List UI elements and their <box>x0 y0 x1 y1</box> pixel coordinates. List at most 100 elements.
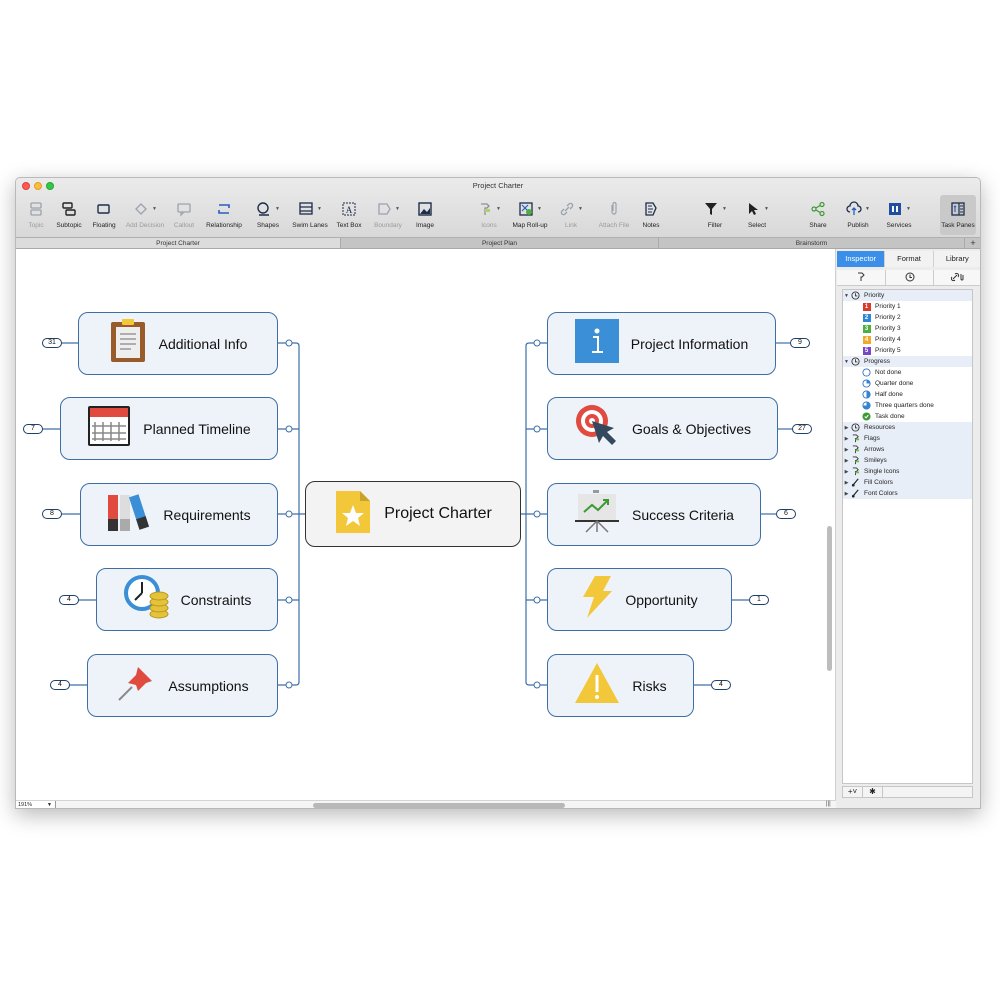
tree-item-half-done[interactable]: Half done <box>843 389 972 400</box>
toolbar-map-rollup-button[interactable]: ▼ Map Roll-up <box>510 198 550 234</box>
tree-item-priority-2[interactable]: 2 Priority 2 <box>843 312 972 323</box>
topic-risks[interactable]: Risks <box>547 654 694 717</box>
tab-brainstorm[interactable]: Brainstorm <box>659 238 965 248</box>
toolbar-link-button[interactable]: ▼ Link <box>558 198 584 234</box>
toolbar-floating-button[interactable]: Floating <box>90 198 118 234</box>
topic-count-badge[interactable]: 31 <box>42 338 62 348</box>
disclosure-collapsed-icon[interactable]: ▶ <box>843 480 850 486</box>
topic-count-badge[interactable]: 6 <box>776 509 796 519</box>
tree-group-smileys[interactable]: ▶ Smileys <box>843 455 972 466</box>
topic-count-badge[interactable]: 4 <box>59 595 79 605</box>
toolbar-boundary-button[interactable]: ▼ Boundary <box>370 198 406 234</box>
subtab-task-info[interactable] <box>885 269 935 287</box>
toolbar-select-button[interactable]: ▼ Select <box>742 198 772 234</box>
toolbar-text-box-button[interactable]: A Text Box <box>334 198 364 234</box>
zoom-level-select[interactable]: 191% ▼ <box>16 801 56 808</box>
collapse-dot <box>533 339 541 347</box>
toolbar-relationship-button[interactable]: Relationship <box>202 198 246 234</box>
tree-group-font-colors[interactable]: ▶ Font Colors <box>843 488 972 499</box>
topic-goals-objectives[interactable]: Goals & Objectives <box>547 397 778 460</box>
topic-additional-info[interactable]: Additional Info <box>78 312 278 375</box>
pane-tabs: Inspector Format Library <box>837 251 980 267</box>
tree-item-priority-3[interactable]: 3 Priority 3 <box>843 323 972 334</box>
tree-group-single-icons[interactable]: ▶ Single Icons <box>843 466 972 477</box>
tab-inspector[interactable]: Inspector <box>837 251 886 267</box>
tab-project-plan[interactable]: Project Plan <box>341 238 659 248</box>
horizontal-scrollbar[interactable] <box>313 803 565 808</box>
tab-project-charter[interactable]: Project Charter <box>16 238 341 248</box>
settings-button[interactable]: ✱ <box>863 787 883 797</box>
toolbar-share-button[interactable]: Share <box>807 198 829 234</box>
tree-item-task-done[interactable]: Task done <box>843 411 972 422</box>
tab-format[interactable]: Format <box>885 251 934 267</box>
topic-count-badge[interactable]: 7 <box>23 424 43 434</box>
pane-resize-handle[interactable]: ||| <box>826 801 831 807</box>
tree-item-not-done[interactable]: Not done <box>843 367 972 378</box>
toolbar-notes-button[interactable]: Notes <box>640 198 662 234</box>
toolbar-topic-button[interactable]: Topic <box>24 198 48 234</box>
add-icon-menu-button[interactable]: +˅ <box>843 787 863 797</box>
toolbar-publish-button[interactable]: ▼ Publish <box>842 198 874 234</box>
collapse-dot <box>533 681 541 689</box>
tab-library[interactable]: Library <box>933 251 980 267</box>
topic-requirements[interactable]: Requirements <box>80 483 278 546</box>
toolbar-services-button[interactable]: ▼ Services <box>883 198 915 234</box>
topic-constraints[interactable]: Constraints <box>96 568 278 631</box>
subtab-links[interactable] <box>934 270 980 285</box>
tree-item-three-quarters-done[interactable]: Three quarters done <box>843 400 972 411</box>
brush-icon <box>850 489 861 498</box>
topic-project-information[interactable]: Project Information <box>547 312 776 375</box>
toolbar-filter-button[interactable]: ▼ Filter <box>700 198 730 234</box>
task-pane: Inspector Format Library ▼ Priority 1 Pri… <box>837 249 980 808</box>
tree-item-quarter-done[interactable]: Quarter done <box>843 378 972 389</box>
topic-count-badge[interactable]: 9 <box>790 338 810 348</box>
disclosure-expanded-icon[interactable]: ▼ <box>843 293 850 299</box>
map-canvas[interactable]: Project Charter Additional Info Planned … <box>16 249 836 801</box>
add-tab-button[interactable]: + <box>965 238 980 248</box>
toolbar-shapes-button[interactable]: ▼ Shapes <box>252 198 284 234</box>
progress-75-icon <box>861 401 872 410</box>
topic-success-criteria[interactable]: Success Criteria <box>547 483 761 546</box>
tree-group-progress[interactable]: ▼ Progress <box>843 356 972 367</box>
topic-count-badge[interactable]: 8 <box>42 509 62 519</box>
task-info-icon <box>905 269 915 287</box>
disclosure-collapsed-icon[interactable]: ▶ <box>843 425 850 431</box>
disclosure-collapsed-icon[interactable]: ▶ <box>843 458 850 464</box>
floating-topic-icon <box>96 198 112 220</box>
tree-group-flags[interactable]: ▶ Flags <box>843 433 972 444</box>
toolbar-add-decision-button[interactable]: ▼ Add Decision <box>122 198 168 234</box>
vertical-scrollbar[interactable] <box>827 526 832 671</box>
app-window: Project Charter Topic Subtopic Floating … <box>15 177 981 809</box>
tree-group-arrows[interactable]: ▶ Arrows <box>843 444 972 455</box>
signpost-icon <box>850 456 861 465</box>
toolbar-image-button[interactable]: Image <box>413 198 437 234</box>
disclosure-collapsed-icon[interactable]: ▶ <box>843 436 850 442</box>
toolbar-task-panes-button[interactable]: Task Panes <box>940 195 976 235</box>
toolbar-attach-file-button[interactable]: Attach File <box>596 198 632 234</box>
disclosure-expanded-icon[interactable]: ▼ <box>843 359 850 365</box>
tree-item-priority-4[interactable]: 4 Priority 4 <box>843 334 972 345</box>
toolbar-callout-button[interactable]: Callout <box>172 198 196 234</box>
toolbar-swim-lanes-button[interactable]: ▼ Swim Lanes <box>290 198 330 234</box>
central-topic[interactable]: Project Charter <box>305 481 521 547</box>
topic-count-badge[interactable]: 27 <box>792 424 812 434</box>
disclosure-collapsed-icon[interactable]: ▶ <box>843 447 850 453</box>
link-icon: ▼ <box>559 198 583 220</box>
topic-assumptions[interactable]: Assumptions <box>87 654 278 717</box>
topic-planned-timeline[interactable]: Planned Timeline <box>60 397 278 460</box>
tree-group-fill-colors[interactable]: ▶ Fill Colors <box>843 477 972 488</box>
topic-count-badge[interactable]: 4 <box>711 680 731 690</box>
disclosure-collapsed-icon[interactable]: ▶ <box>843 491 850 497</box>
toolbar-subtopic-button[interactable]: Subtopic <box>54 198 84 234</box>
topic-count-badge[interactable]: 1 <box>749 595 769 605</box>
subtab-icons[interactable] <box>837 270 886 285</box>
tree-item-priority-1[interactable]: 1 Priority 1 <box>843 301 972 312</box>
topic-count-badge[interactable]: 4 <box>50 680 70 690</box>
toolbar-icons-button[interactable]: ▼ Icons <box>474 198 504 234</box>
tree-group-priority[interactable]: ▼ Priority <box>843 290 972 301</box>
disclosure-collapsed-icon[interactable]: ▶ <box>843 469 850 475</box>
tree-item-priority-5[interactable]: 5 Priority 5 <box>843 345 972 356</box>
warning-icon <box>574 662 620 709</box>
tree-group-resources[interactable]: ▶ Resources <box>843 422 972 433</box>
topic-opportunity[interactable]: Opportunity <box>547 568 732 631</box>
